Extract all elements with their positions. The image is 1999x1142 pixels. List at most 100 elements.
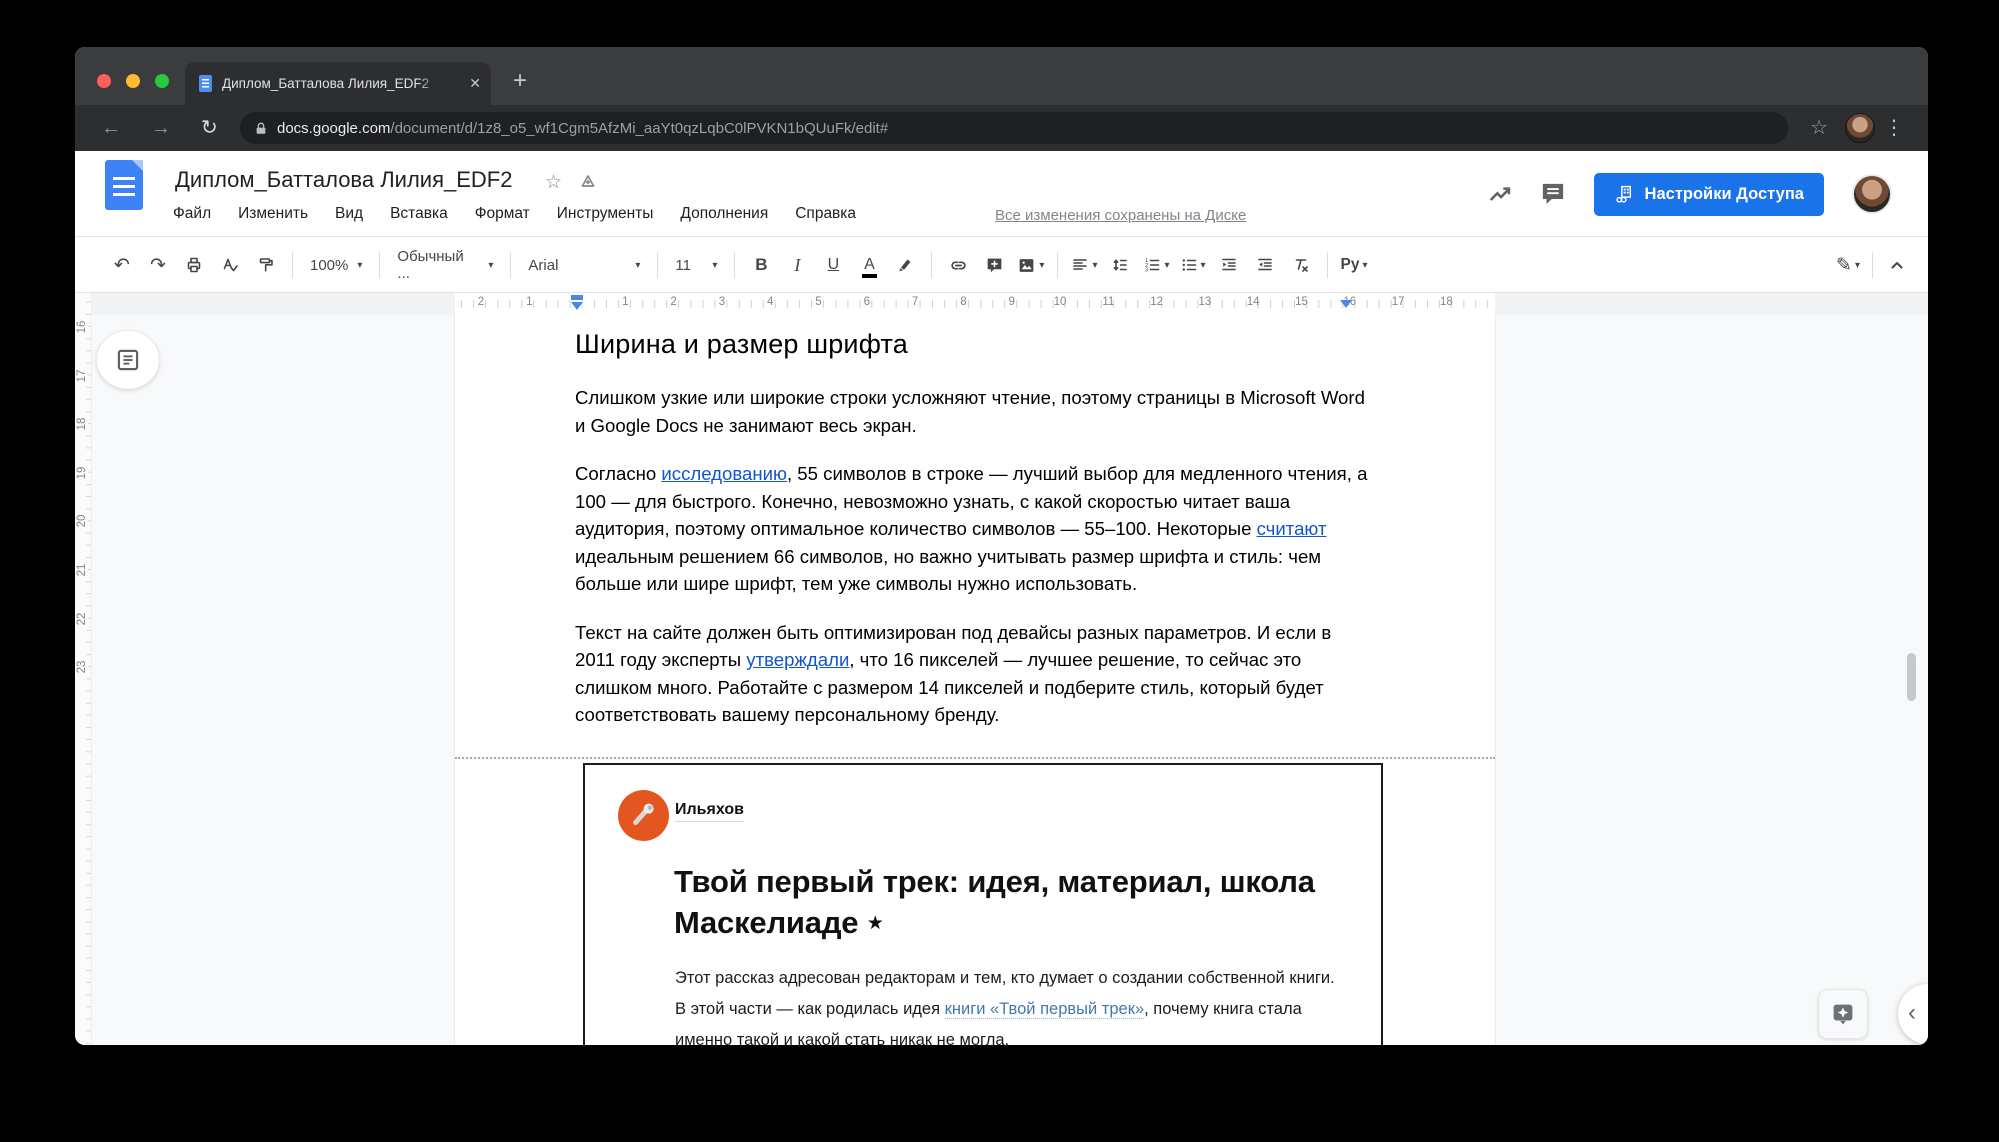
minimize-window-button[interactable] [126, 74, 140, 88]
ilyahov-logo-icon [618, 790, 669, 841]
screenshot-background: Диплом_Батталова Лилия_EDF2 ✕ + ← → ↻ do… [0, 0, 1999, 1142]
star-document-icon[interactable]: ☆ [545, 171, 562, 194]
left-indent-marker[interactable] [571, 295, 583, 300]
bookmark-star-icon[interactable]: ☆ [1810, 114, 1828, 142]
claimed-link[interactable]: утверждали [746, 649, 849, 670]
document-canvas[interactable]: Ширина и размер шрифта Слишком узкие или… [92, 315, 1928, 1045]
increase-indent-button[interactable] [1248, 248, 1282, 282]
reload-icon[interactable]: ↻ [201, 114, 218, 142]
line-spacing-button[interactable] [1103, 248, 1137, 282]
spellcheck-button[interactable] [213, 248, 247, 282]
doc-paragraph-3: Текст на сайте должен быть оптимизирован… [575, 619, 1370, 729]
move-to-folder-icon[interactable] [578, 171, 598, 191]
browser-titlebar: Диплом_Батталова Лилия_EDF2 ✕ + [75, 47, 1928, 105]
share-settings-button[interactable]: Настройки Доступа [1594, 173, 1824, 216]
back-icon[interactable]: ← [101, 114, 121, 142]
insert-comment-button[interactable] [977, 248, 1011, 282]
save-status-link[interactable]: Все изменения сохранены на Диске [995, 207, 1246, 224]
collapse-toolbar-button[interactable] [1880, 248, 1914, 282]
numbered-list-button[interactable]: 123▾ [1139, 248, 1173, 282]
align-button[interactable]: ▾ [1067, 248, 1101, 282]
insert-image-button[interactable]: ▾ [1013, 248, 1048, 282]
menu-help[interactable]: Справка [795, 205, 856, 223]
consider-link[interactable]: считают [1257, 518, 1327, 539]
address-bar[interactable]: docs.google.com/document/d/1z8_o5_wf1Cgm… [240, 112, 1788, 144]
show-outline-button[interactable] [97, 331, 159, 389]
embed-author-link: Ильяхов [675, 801, 744, 822]
ruler-page-zone [455, 293, 1495, 315]
new-tab-button[interactable]: + [513, 69, 527, 93]
menu-tools[interactable]: Инструменты [557, 205, 654, 223]
clear-formatting-button[interactable] [1284, 248, 1318, 282]
insert-link-button[interactable] [941, 248, 975, 282]
bold-button[interactable]: B [744, 248, 778, 282]
redo-button[interactable]: ↷ [141, 248, 175, 282]
document-title[interactable]: Диплом_Батталова Лилия_EDF2 [175, 167, 512, 193]
vertical-scrollbar-thumb[interactable] [1907, 653, 1916, 701]
menu-view[interactable]: Вид [335, 205, 363, 223]
ruler-number: 19 [76, 463, 88, 483]
embed-book-link: книги «Твой первый трек» [945, 1000, 1144, 1019]
docs-toolbar: ↶ ↷ 100%▾ Обычный ...▾ Arial▾ 11▾ B I U … [75, 237, 1928, 293]
chevron-left-icon: ‹ [1908, 999, 1916, 1027]
zoom-window-button[interactable] [155, 74, 169, 88]
ruler-number: 5 [815, 296, 821, 308]
close-tab-icon[interactable]: ✕ [469, 75, 481, 92]
editing-mode-button[interactable]: ✎▾ [1831, 248, 1865, 282]
lock-icon [254, 121, 268, 136]
first-line-indent-marker[interactable] [571, 302, 583, 316]
paragraph-styles-select[interactable]: Обычный ...▾ [389, 248, 501, 282]
menu-addons[interactable]: Дополнения [680, 205, 768, 223]
font-family-select[interactable]: Arial▾ [520, 248, 648, 282]
print-button[interactable] [177, 248, 211, 282]
menu-edit[interactable]: Изменить [238, 205, 308, 223]
font-size-select[interactable]: 11▾ [667, 248, 725, 282]
account-avatar[interactable] [1852, 174, 1892, 214]
horizontal-ruler[interactable]: 21123456789101112131415161718 [92, 293, 1928, 315]
google-docs-logo[interactable] [105, 160, 143, 210]
bulleted-list-button[interactable]: ▾ [1176, 248, 1210, 282]
ruler-number: 18 [76, 414, 88, 434]
undo-button[interactable]: ↶ [105, 248, 139, 282]
vertical-ruler[interactable]: 1617181920212223 [75, 293, 92, 1045]
comments-icon[interactable] [1540, 181, 1566, 207]
text-color-button[interactable]: A [852, 248, 886, 282]
browser-profile-avatar[interactable] [1845, 113, 1875, 143]
italic-button[interactable]: I [780, 248, 814, 282]
browser-menu-kebab-icon[interactable]: ⋮ [1884, 114, 1904, 142]
ruler-number: 21 [76, 560, 88, 580]
embed-body: Этот рассказ адресован редакторам и тем,… [675, 963, 1340, 1046]
forward-icon[interactable]: → [151, 114, 171, 142]
browser-tab[interactable]: Диплом_Батталова Лилия_EDF2 ✕ [185, 62, 491, 105]
svg-text:3: 3 [1145, 267, 1148, 273]
right-indent-marker[interactable] [1340, 300, 1352, 314]
menu-insert[interactable]: Вставка [390, 205, 448, 223]
tab-title-fade [417, 62, 449, 105]
menu-format[interactable]: Формат [475, 205, 530, 223]
doc-heading: Ширина и размер шрифта [575, 329, 1370, 360]
browser-window: Диплом_Батталова Лилия_EDF2 ✕ + ← → ↻ do… [75, 47, 1928, 1045]
embedded-article-image[interactable]: Ильяхов Твой первый трек: идея, материал… [583, 763, 1383, 1046]
document-page[interactable]: Ширина и размер шрифта Слишком узкие или… [455, 315, 1495, 1045]
browser-navbar: ← → ↻ docs.google.com/document/d/1z8_o5_… [75, 105, 1928, 151]
menu-file[interactable]: Файл [173, 205, 211, 223]
embed-star-icon: ★ [867, 913, 884, 934]
activity-trend-icon[interactable] [1488, 182, 1512, 206]
zoom-select[interactable]: 100%▾ [302, 248, 370, 282]
ruler-number: 10 [1054, 296, 1067, 308]
underline-button[interactable]: U [816, 248, 850, 282]
ruler-number: 4 [767, 296, 773, 308]
decrease-indent-button[interactable] [1212, 248, 1246, 282]
input-tools-button[interactable]: Ру▾ [1337, 248, 1372, 282]
ruler-number: 23 [76, 657, 88, 677]
ruler-number: 22 [76, 609, 88, 629]
paint-format-button[interactable] [249, 248, 283, 282]
highlight-color-button[interactable] [888, 248, 922, 282]
ruler-number: 13 [1198, 296, 1211, 308]
close-window-button[interactable] [97, 74, 111, 88]
research-link[interactable]: исследованию [661, 463, 787, 484]
explore-button[interactable] [1818, 989, 1868, 1039]
menu-bar: Файл Изменить Вид Вставка Формат Инструм… [173, 205, 856, 223]
doc-paragraph-2: Согласно исследованию, 55 символов в стр… [575, 460, 1370, 598]
ruler-number: 3 [719, 296, 725, 308]
